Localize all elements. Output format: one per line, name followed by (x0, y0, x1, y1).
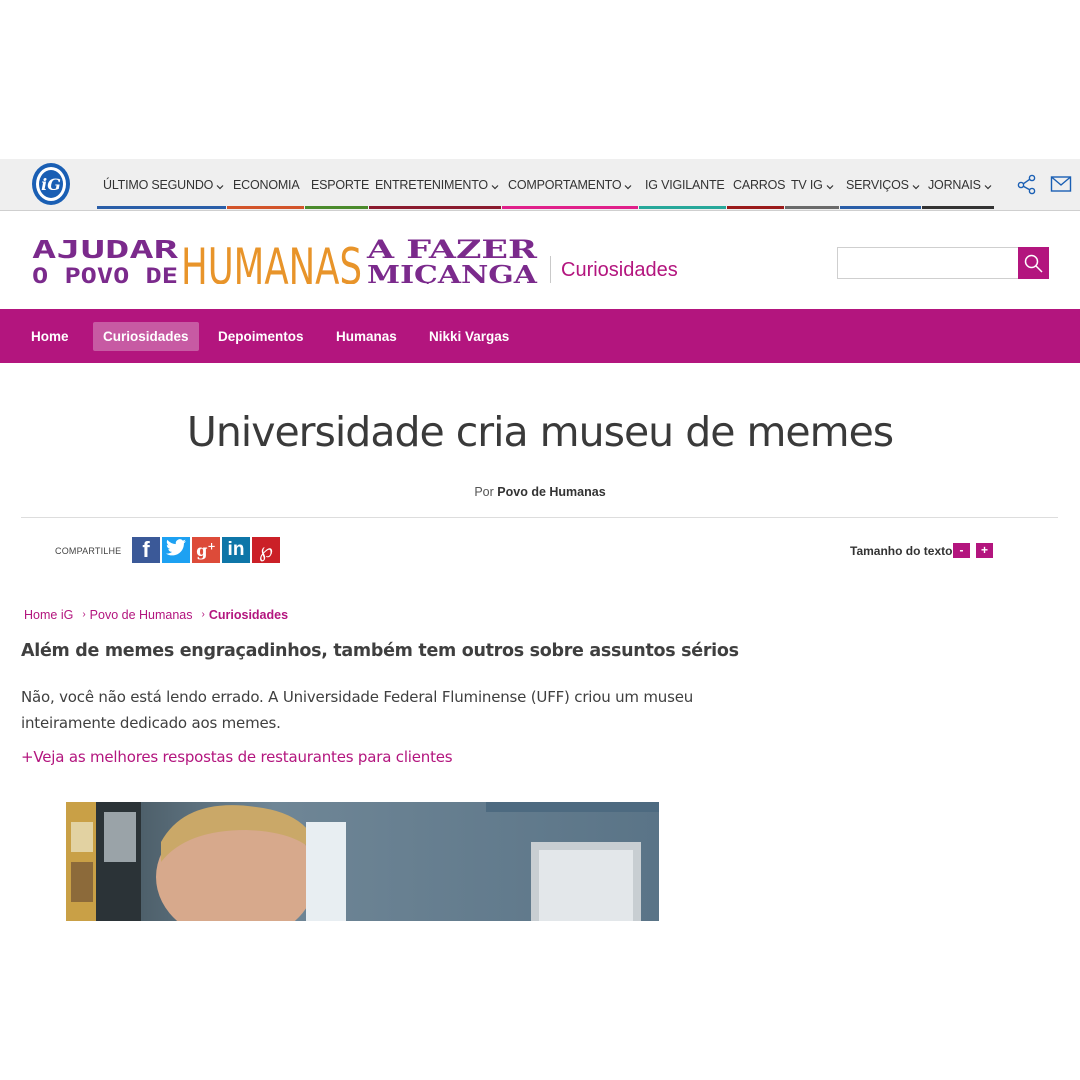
section-title[interactable]: Curiosidades (561, 259, 678, 282)
share-buttons: f g+ in ℘ (132, 537, 280, 563)
top-nav-item[interactable]: JORNAIS (922, 159, 995, 211)
top-nav-underline (785, 206, 839, 209)
linkedin-icon: in (227, 539, 245, 560)
linkedin-share-button[interactable]: in (222, 537, 250, 563)
breadcrumb-curiosidades[interactable]: Curiosidades (209, 608, 288, 622)
breadcrumb-home-ig[interactable]: Home iG (24, 608, 73, 622)
text-size-decrease-button[interactable]: - (953, 543, 970, 558)
logo-center: HUMANAS (181, 238, 362, 284)
secnav-item-home[interactable]: Home (21, 322, 79, 351)
top-nav-label: ENTRETENIMENTO (375, 178, 488, 192)
top-nav-item[interactable]: COMPORTAMENTO (502, 159, 639, 211)
top-nav-item[interactable]: ECONOMIA (227, 159, 305, 211)
top-nav-underline (97, 206, 226, 209)
search-button[interactable] (1018, 247, 1049, 279)
chevron-down-icon (216, 180, 224, 190)
top-nav-label: COMPORTAMENTO (508, 178, 622, 192)
byline: Por Povo de Humanas (0, 485, 1080, 499)
logo-separator (550, 256, 551, 283)
top-nav-label: TV IG (791, 178, 823, 192)
secnav-item-nikki-vargas[interactable]: Nikki Vargas (419, 322, 519, 351)
google-plus-icon: g+ (196, 540, 216, 560)
facebook-share-button[interactable]: f (132, 537, 160, 563)
top-nav-underline (922, 206, 994, 209)
top-nav-label: CARROS (733, 178, 786, 192)
top-nav-label: IG VIGILANTE (645, 178, 725, 192)
secnav-item-humanas[interactable]: Humanas (326, 322, 407, 351)
breadcrumb-chevron-icon: › (201, 609, 205, 620)
chevron-down-icon (826, 180, 834, 190)
article-image (66, 802, 659, 921)
ig-top-bar: iG ÚLTIMO SEGUNDO ECONOMIA ESPORTE ENTRETEN… (0, 159, 1080, 211)
top-nav-underline (502, 206, 638, 209)
top-nav-item[interactable]: ENTRETENIMENTO (369, 159, 502, 211)
pinterest-share-button[interactable]: ℘ (252, 537, 280, 563)
top-nav-label: SERVIÇOS (846, 178, 909, 192)
section-nav: Home Curiosidades Depoimentos Humanas Ni… (0, 309, 1080, 363)
byline-author[interactable]: Povo de Humanas (497, 485, 605, 499)
top-nav-underline (227, 206, 304, 209)
top-nav-underline (639, 206, 726, 209)
brand-header: AJUDAR O POVO DE HUMANAS A FAZER MIÇANGA… (0, 226, 1080, 308)
article-subtitle: Além de memes engraçadinhos, também tem … (21, 641, 739, 661)
top-nav-item[interactable]: CARROS (727, 159, 785, 211)
byline-prefix: Por (474, 485, 494, 499)
secnav-item-curiosidades[interactable]: Curiosidades (93, 322, 199, 351)
chevron-down-icon (912, 180, 920, 190)
top-nav-label: JORNAIS (928, 178, 981, 192)
logo-line2-right: MIÇANGA (367, 260, 537, 284)
ig-logo[interactable]: iG (30, 161, 72, 207)
chevron-down-icon (624, 180, 632, 190)
mail-icon[interactable] (1050, 173, 1072, 195)
top-nav-underline (369, 206, 501, 209)
chevron-down-icon (491, 180, 499, 190)
breadcrumb: Home iG › Povo de Humanas › Curiosidades (24, 608, 288, 622)
article-paragraph: Não, você não está lendo errado. A Unive… (21, 688, 694, 732)
secnav-item-depoimentos[interactable]: Depoimentos (208, 322, 314, 351)
article-headline: Universidade cria museu de memes (186, 408, 894, 456)
top-nav-item[interactable]: SERVIÇOS (840, 159, 922, 211)
twitter-share-button[interactable] (162, 537, 190, 563)
logo-line2-left: O POVO DE (32, 264, 178, 284)
search-input[interactable] (837, 247, 1019, 279)
top-nav-item[interactable]: IG VIGILANTE (639, 159, 727, 211)
breadcrumb-chevron-icon: › (82, 609, 86, 620)
share-label: COMPARTILHE (55, 546, 122, 556)
share-icon[interactable] (1016, 173, 1038, 195)
chevron-down-icon (984, 180, 992, 190)
header-divider (21, 517, 1058, 518)
top-nav-item[interactable]: ESPORTE (305, 159, 369, 211)
top-nav-underline (840, 206, 921, 209)
ig-logo-text: iG (41, 175, 61, 194)
top-nav-underline (305, 206, 368, 209)
text-size-increase-button[interactable]: + (976, 543, 993, 558)
text-size-label: Tamanho do texto (850, 544, 953, 558)
twitter-icon (166, 539, 186, 561)
breadcrumb-povo-de-humanas[interactable]: Povo de Humanas (90, 608, 193, 622)
top-nav: ÚLTIMO SEGUNDO ECONOMIA ESPORTE ENTRETENIME… (97, 159, 995, 211)
related-article-link[interactable]: +Veja as melhores respostas de restauran… (21, 748, 453, 766)
google-plus-share-button[interactable]: g+ (192, 537, 220, 563)
top-nav-item[interactable]: TV IG (785, 159, 840, 211)
povo-de-humanas-logo[interactable]: AJUDAR O POVO DE HUMANAS A FAZER MIÇANGA (30, 234, 540, 284)
logo-line1-left: AJUDAR (32, 235, 180, 264)
top-nav-underline (727, 206, 784, 209)
top-nav-label: ÚLTIMO SEGUNDO (103, 178, 214, 192)
top-nav-label: ECONOMIA (233, 178, 300, 192)
top-nav-item[interactable]: ÚLTIMO SEGUNDO (97, 159, 227, 211)
facebook-icon: f (142, 537, 150, 562)
top-nav-label: ESPORTE (311, 178, 370, 192)
pinterest-icon: ℘ (259, 538, 273, 562)
